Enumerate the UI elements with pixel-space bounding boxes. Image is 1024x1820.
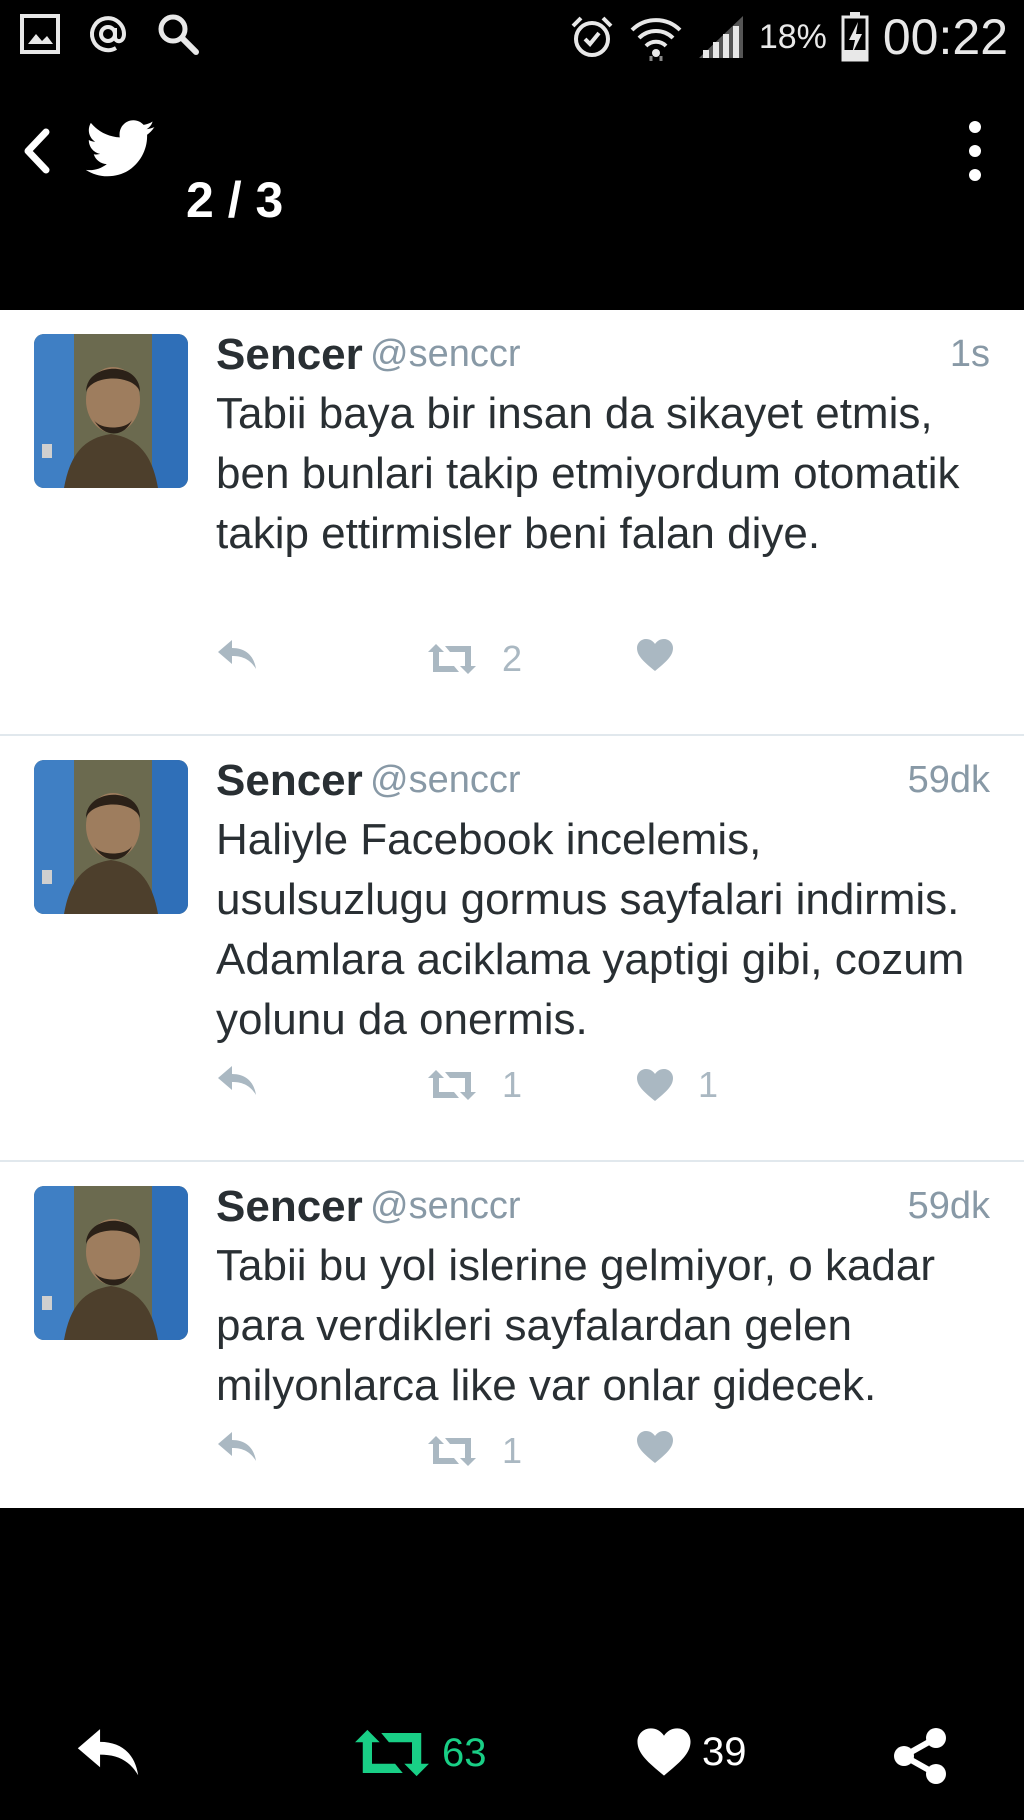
heart-icon (637, 1069, 673, 1101)
like-button[interactable]: 1 (636, 1064, 718, 1106)
author-handle[interactable]: @senccr (370, 759, 521, 802)
heart-icon (637, 639, 673, 671)
bottom-action-bar: 63 39 (0, 1700, 1024, 1820)
tweet-item[interactable]: Sencer @senccr 59dk Haliyle Facebook inc… (0, 736, 1024, 1162)
like-button[interactable]: 39 (636, 1726, 747, 1778)
wifi-icon (630, 18, 682, 61)
twitter-bird-icon (86, 120, 155, 177)
avatar[interactable] (34, 334, 188, 488)
share-button[interactable] (890, 1726, 950, 1786)
heart-icon (637, 1431, 673, 1463)
tweet-item[interactable]: Sencer @senccr 59dk Tabii bu yol islerin… (0, 1162, 1024, 1508)
retweet-icon (428, 1436, 476, 1466)
reply-icon (218, 640, 256, 669)
tweet-item[interactable]: Sencer @senccr 1s Tabii baya bir insan d… (0, 310, 1024, 736)
tweet-text: Tabii bu yol islerine gelmiyor, o kadar … (216, 1241, 936, 1410)
author-name[interactable]: Sencer (216, 756, 363, 806)
tweet-time: 59dk (907, 759, 990, 801)
tweet-time: 1s (949, 333, 990, 375)
heart-icon (637, 1728, 691, 1776)
author-handle[interactable]: @senccr (370, 333, 521, 376)
search-icon (158, 14, 199, 55)
like-button[interactable] (636, 638, 698, 672)
retweet-button[interactable]: 1 (426, 1430, 522, 1472)
reply-icon (218, 1066, 256, 1095)
avatar[interactable] (34, 1186, 188, 1340)
like-count: 1 (698, 1064, 719, 1105)
page-indicator: 2 / 3 (186, 172, 284, 228)
tweet-actions: 2 (216, 638, 916, 682)
retweet-count: 1 (502, 1430, 523, 1471)
battery-percent: 18% (758, 17, 827, 56)
author-handle[interactable]: @senccr (370, 1185, 521, 1228)
more-options-icon[interactable] (960, 118, 990, 184)
signal-icon (698, 16, 743, 58)
tweet-list: Sencer @senccr 1s Tabii baya bir insan d… (0, 310, 1024, 1508)
like-count: 39 (702, 1729, 747, 1774)
reply-button[interactable] (216, 1430, 258, 1464)
tweet-text: Haliyle Facebook incelemis, usulsuzlugu … (216, 815, 965, 1044)
author-name[interactable]: Sencer (216, 330, 363, 380)
at-icon (90, 16, 127, 53)
retweet-count: 2 (502, 638, 523, 679)
retweet-icon (428, 1070, 476, 1100)
retweet-button[interactable]: 63 (352, 1726, 487, 1780)
top-toolbar: 2 / 3 (0, 76, 1024, 308)
back-arrow-icon[interactable] (18, 126, 54, 176)
retweet-button[interactable]: 2 (426, 638, 522, 680)
reply-icon (218, 1432, 256, 1461)
reply-button[interactable] (216, 638, 258, 672)
retweet-icon (355, 1729, 429, 1777)
tweet-actions: 1 (216, 1430, 916, 1474)
retweet-icon (428, 644, 476, 674)
alarm-icon (571, 16, 613, 57)
share-icon (894, 1728, 946, 1784)
retweet-count: 63 (442, 1730, 487, 1775)
gallery-icon (20, 14, 60, 54)
reply-button[interactable] (216, 1064, 258, 1098)
status-bar: 18% 00:22 (0, 0, 1024, 76)
tweet-actions: 1 1 (216, 1064, 916, 1108)
retweet-button[interactable]: 1 (426, 1064, 522, 1106)
clock: 00:22 (882, 9, 1008, 65)
like-button[interactable] (636, 1430, 698, 1464)
reply-button[interactable] (74, 1726, 142, 1780)
avatar[interactable] (34, 760, 188, 914)
tweet-text: Tabii baya bir insan da sikayet etmis, b… (216, 389, 960, 558)
battery-charging-icon (841, 12, 869, 62)
tweet-time: 59dk (907, 1185, 990, 1227)
author-name[interactable]: Sencer (216, 1182, 363, 1232)
retweet-count: 1 (502, 1064, 523, 1105)
reply-icon (77, 1729, 139, 1776)
